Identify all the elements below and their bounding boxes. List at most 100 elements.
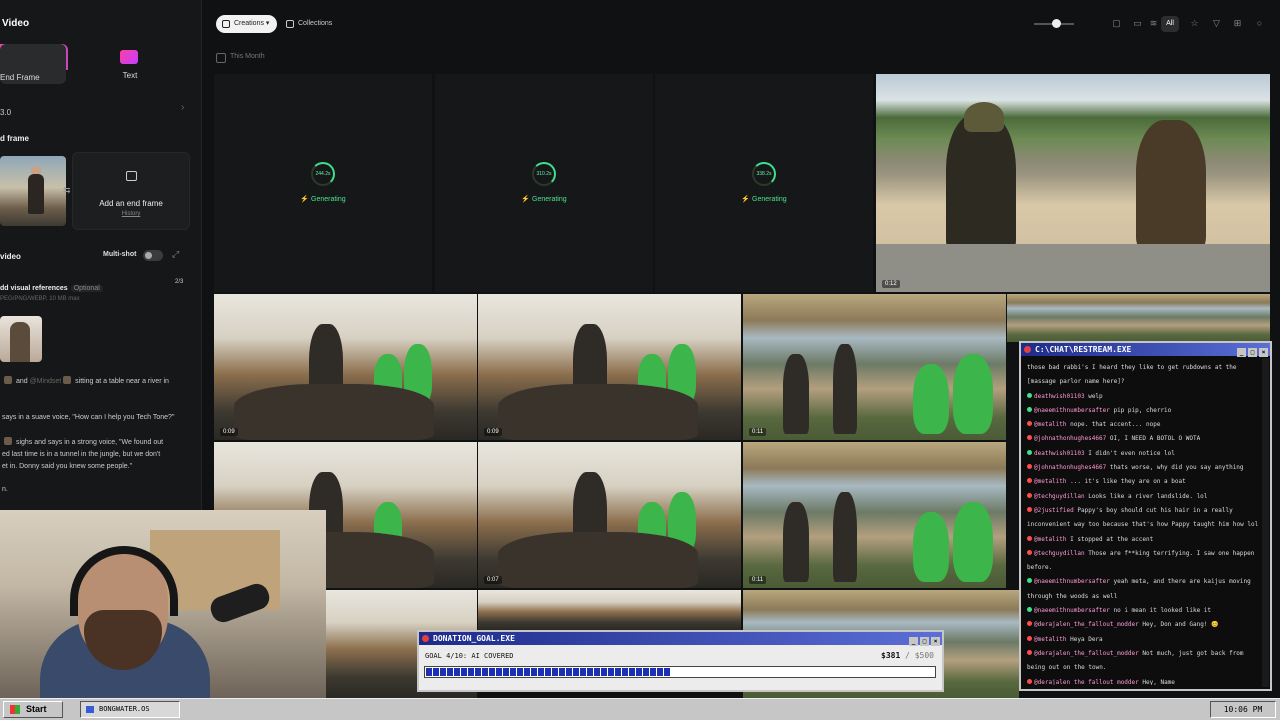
chat-username[interactable]: @metalith [1034, 421, 1067, 428]
user-badge-icon [1027, 649, 1032, 655]
reference-thumbnail[interactable] [0, 316, 42, 362]
prompt-line[interactable]: and @Mindset sitting at a table near a r… [2, 376, 188, 387]
video-tile-cafe[interactable]: 0:09 [478, 294, 741, 440]
chat-username[interactable]: @derajalen_the_fallout_modder [1034, 650, 1139, 657]
chat-username[interactable]: @johnathonhughes4667 [1034, 464, 1106, 471]
video-tile-cafe[interactable]: 0:07 [478, 442, 741, 588]
chat-message: [massage parlor name here]? [1027, 375, 1260, 389]
video-tile-hut[interactable]: 0:11 [743, 442, 1006, 588]
generating-card[interactable]: 310.2s ⚡ Generating [435, 74, 653, 292]
chat-text: welp [1088, 392, 1103, 400]
maximize-icon[interactable]: □ [1248, 348, 1257, 357]
mode-tab-text[interactable]: Text [96, 44, 164, 84]
chat-username[interactable]: @metalith [1034, 478, 1067, 485]
select-checkbox[interactable] [216, 53, 226, 63]
chat-username[interactable]: @johnathonhughes4667 [1034, 435, 1106, 442]
chat-message: @derajalen_the_fallout_modder Hey, Don a… [1027, 618, 1260, 632]
window-controls: _ □ × [907, 634, 940, 647]
chat-username[interactable]: @metalith [1034, 636, 1067, 643]
figure [783, 354, 809, 434]
visual-references-label: dd visual references Optional [0, 285, 103, 292]
start-logo-icon [10, 705, 20, 714]
chat-username[interactable]: @metalith [1034, 536, 1067, 543]
prompt-line[interactable]: ed last time is in a tunnel in the jungl… [2, 449, 188, 460]
taskbar: Start BONGWATER.OS 10:06 PM [0, 698, 1280, 720]
this-month-group[interactable]: This Month [216, 53, 265, 63]
chat-scrollbar[interactable] [1262, 358, 1269, 687]
expand-icon[interactable]: ⤢ [172, 249, 179, 260]
audio-filter-icon[interactable]: ≋ [1148, 18, 1159, 29]
user-badge-icon [1027, 464, 1032, 470]
status-text: Generating [532, 196, 567, 203]
start-frame-thumbnail[interactable] [0, 156, 66, 226]
chat-text: OI, I NEED A BOTOL O WOTA [1109, 435, 1201, 443]
prompt-line[interactable]: et in. Donny said you knew some people." [2, 461, 188, 472]
generating-status: ⚡ Generating [521, 196, 567, 203]
chat-message: @2justified Pappy's boy should cut his h… [1027, 504, 1260, 518]
chat-text: Not much, just got back from [1142, 649, 1244, 657]
chat-text: Those are f**king terrifying. I saw one … [1088, 549, 1255, 557]
collections-tab[interactable]: Collections [280, 15, 340, 33]
multishot-toggle[interactable] [143, 250, 163, 261]
history-link[interactable]: History [73, 211, 189, 217]
user-badge-icon [1027, 506, 1032, 512]
prompt-line[interactable]: n. [2, 484, 188, 495]
video-tile-cafe[interactable] [478, 590, 741, 630]
chevron-right-icon[interactable]: › [181, 102, 184, 113]
swap-icon[interactable]: ⇆ [63, 185, 71, 196]
soldier-figure [946, 114, 1016, 254]
filter-all-button[interactable]: All [1161, 16, 1179, 32]
creations-tab[interactable]: Creations ▾ [216, 15, 278, 33]
chat-titlebar[interactable]: C:\CHAT\RESTREAM.EXE _ □ × [1021, 343, 1270, 357]
add-end-frame-button[interactable]: Add an end frame History [72, 152, 190, 230]
duration-badge: 0:11 [749, 576, 767, 584]
chat-username[interactable]: @naeemithnumbersafter [1034, 407, 1110, 414]
chat-username[interactable]: @derajalen_the_fallout_modder [1034, 679, 1139, 685]
video-tile-hut[interactable] [1007, 294, 1270, 342]
image-filter-icon[interactable]: ▢ [1111, 18, 1122, 29]
refs-format-hint: PEG/PNG/WEBP, 10 MB max [0, 296, 80, 302]
taskbar-item[interactable]: BONGWATER.OS [80, 701, 180, 718]
generating-card[interactable]: 338.2s ⚡ Generating [655, 74, 873, 292]
chat-username[interactable]: @techguydillan [1034, 550, 1085, 557]
chat-username[interactable]: deathwish01103 [1034, 393, 1085, 400]
donation-title: DONATION_GOAL.EXE [433, 634, 515, 643]
close-icon[interactable]: × [931, 637, 940, 646]
model-version[interactable]: 3.0 [0, 108, 11, 117]
search-icon[interactable]: ○ [1254, 18, 1265, 29]
chat-text: Hey, Don and Gang! 😊 [1142, 621, 1219, 629]
duration-badge: 0:12 [882, 280, 900, 288]
star-icon[interactable]: ☆ [1189, 18, 1200, 29]
table-surface [876, 244, 1270, 292]
chat-title: C:\CHAT\RESTREAM.EXE [1035, 345, 1132, 354]
chat-message: @derajalen_the_fallout_modder Not much, … [1027, 647, 1260, 661]
filter-icon[interactable]: ▽ [1211, 18, 1222, 29]
chat-username[interactable]: @techguydillan [1034, 493, 1085, 500]
chat-username[interactable]: @2justified [1034, 507, 1074, 514]
chat-username[interactable]: @naeemithnumbersafter [1034, 578, 1110, 585]
prompt-line[interactable]: says in a suave voice, "How can I help y… [2, 412, 188, 423]
minimize-icon[interactable]: _ [909, 637, 918, 646]
video-tile-cafe[interactable]: 0:09 [214, 294, 477, 440]
close-icon[interactable]: × [1259, 348, 1268, 357]
video-tile-hut[interactable]: 0:11 [743, 294, 1006, 440]
minimize-icon[interactable]: _ [1237, 348, 1246, 357]
generating-card[interactable]: 244.2s ⚡ Generating [214, 74, 432, 292]
start-button[interactable]: Start [3, 701, 63, 718]
mode-tab-end-frame[interactable]: End Frame [0, 44, 66, 84]
video-filter-icon[interactable]: ▭ [1132, 18, 1143, 29]
chat-username[interactable]: @naeemithnumbersafter [1034, 607, 1110, 614]
chat-username[interactable]: deathwish01103 [1034, 450, 1085, 457]
user-badge-icon [1027, 621, 1032, 627]
mention-text: @Mindset [29, 378, 62, 385]
video-tile-river[interactable]: 0:12 [876, 74, 1270, 292]
grid-icon[interactable]: ⊞ [1232, 18, 1243, 29]
chat-username[interactable]: @derajalen_the_fallout_modder [1034, 621, 1139, 628]
chat-window[interactable]: C:\CHAT\RESTREAM.EXE _ □ × those bad rabbi… [1019, 341, 1272, 691]
maximize-icon[interactable]: □ [920, 637, 929, 646]
prompt-line[interactable]: sighs and says in a strong voice, "We fo… [2, 437, 188, 448]
screen: Video End Frame Text 3.0 › d frame ⇆ Add… [0, 0, 1280, 720]
zoom-slider-knob[interactable] [1052, 19, 1061, 28]
chat-messages: those bad rabbi's I heard they like to g… [1027, 361, 1260, 685]
image-plus-icon [126, 171, 137, 181]
